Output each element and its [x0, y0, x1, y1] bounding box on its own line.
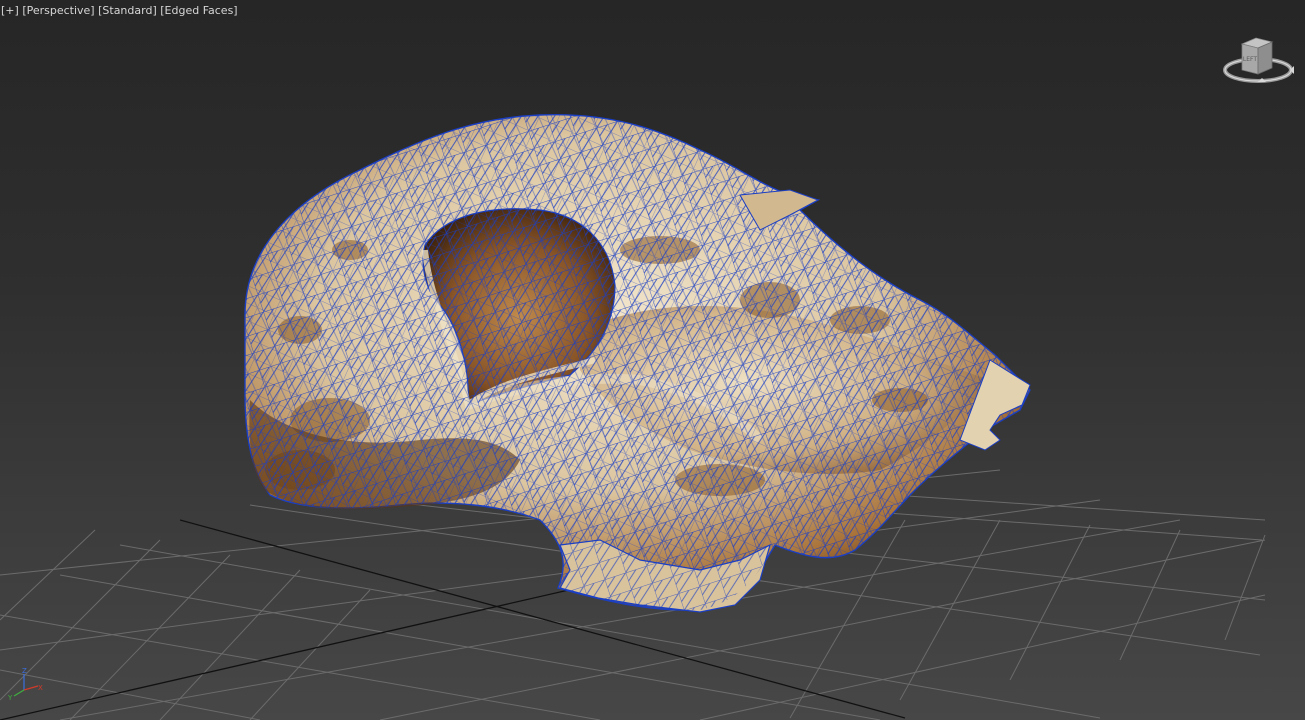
axis-y-label: Y	[7, 694, 13, 702]
viewport-label-menu[interactable]: [+] [Perspective] [Standard] [Edged Face…	[1, 4, 238, 17]
skull-mesh-object	[244, 113, 1031, 613]
viewport-shading-menu[interactable]: [Standard]	[98, 4, 157, 17]
viewcube-icon[interactable]: LEFT	[1222, 30, 1302, 90]
viewport-general-menu[interactable]: [+]	[1, 4, 19, 17]
axis-tripod-icon: Z X Y	[0, 664, 50, 704]
viewport-scene[interactable]	[0, 0, 1305, 720]
viewport-pov-menu[interactable]: [Perspective]	[22, 4, 94, 17]
perspective-viewport[interactable]: [+] [Perspective] [Standard] [Edged Face…	[0, 0, 1305, 720]
viewcube-face-label: LEFT	[1243, 56, 1257, 63]
axis-x-label: X	[38, 684, 43, 692]
viewport-edges-menu[interactable]: [Edged Faces]	[160, 4, 237, 17]
axis-z-label: Z	[22, 667, 27, 675]
